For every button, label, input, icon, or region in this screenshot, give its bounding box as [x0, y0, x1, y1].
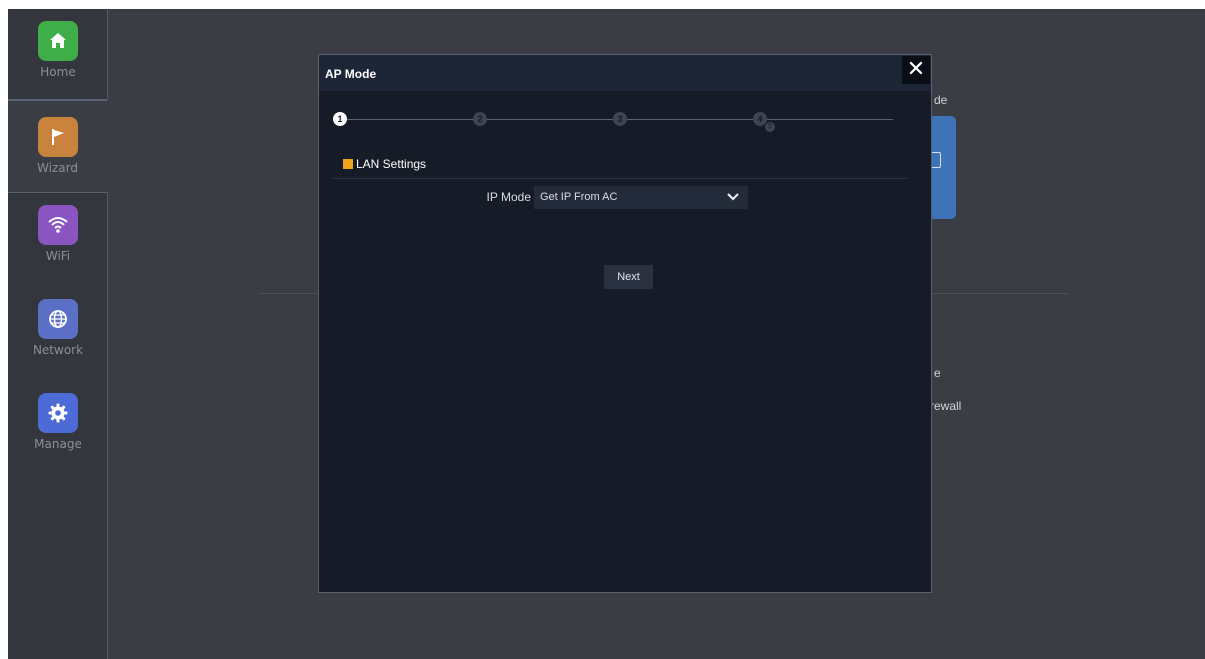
ip-mode-value: Get IP From AC: [540, 191, 618, 203]
chevron-down-icon: [727, 193, 739, 201]
ap-mode-dialog: AP Mode ✕ 1 2 3 4 5 LAN Settings IP Mode…: [318, 54, 932, 593]
background-fragment-text: e: [934, 366, 941, 380]
background-card-icon: [932, 152, 941, 168]
sidebar-item-label: Home: [40, 65, 76, 79]
app-frame: de e rewall Home Wizard WiFi Network Man…: [8, 9, 1205, 659]
ip-mode-select[interactable]: Get IP From AC: [534, 186, 748, 209]
background-fragment-text: rewall: [930, 399, 962, 413]
step-2: 2: [473, 112, 487, 126]
flag-icon: [51, 129, 64, 145]
next-button[interactable]: Next: [604, 265, 653, 289]
home-icon: [50, 33, 66, 48]
home-tile: [38, 21, 78, 61]
background-fragment-text: de: [934, 93, 948, 107]
wizard-stepper: 1 2 3 4 5: [333, 112, 893, 132]
step-3: 3: [613, 112, 627, 126]
section-marker-icon: [343, 159, 353, 169]
sidebar-item-label: WiFi: [45, 249, 71, 263]
close-icon: ✕: [906, 56, 926, 81]
close-button[interactable]: ✕: [902, 56, 930, 84]
ip-mode-label: IP Mode: [486, 190, 531, 204]
dialog-title: AP Mode: [325, 67, 377, 81]
sidebar-item-home[interactable]: Home: [8, 9, 108, 100]
sidebar-item-label: Network: [32, 343, 84, 357]
wizard-tile: [37, 117, 78, 157]
sidebar-item-label: Wizard: [37, 161, 78, 175]
globe-icon: [49, 310, 67, 328]
section-title: LAN Settings: [356, 157, 427, 171]
sidebar-item-label: Manage: [34, 437, 82, 451]
sidebar: Home Wizard WiFi Network Manage: [8, 9, 108, 659]
sidebar-item-network[interactable]: Network: [8, 299, 108, 357]
sidebar-item-wifi[interactable]: WiFi: [8, 205, 108, 263]
manage-tile: [38, 393, 78, 433]
dialog-header: AP Mode ✕: [319, 55, 931, 91]
wifi-icon: [48, 217, 68, 233]
sidebar-item-wizard[interactable]: Wizard: [8, 100, 108, 193]
step-1: 1: [333, 112, 347, 126]
network-tile: [38, 299, 78, 339]
gear-icon: [48, 403, 68, 423]
section-header: LAN Settings: [333, 155, 907, 179]
sidebar-item-manage[interactable]: Manage: [8, 393, 108, 451]
wifi-tile: [38, 205, 78, 245]
step-badge: 5: [765, 122, 775, 132]
